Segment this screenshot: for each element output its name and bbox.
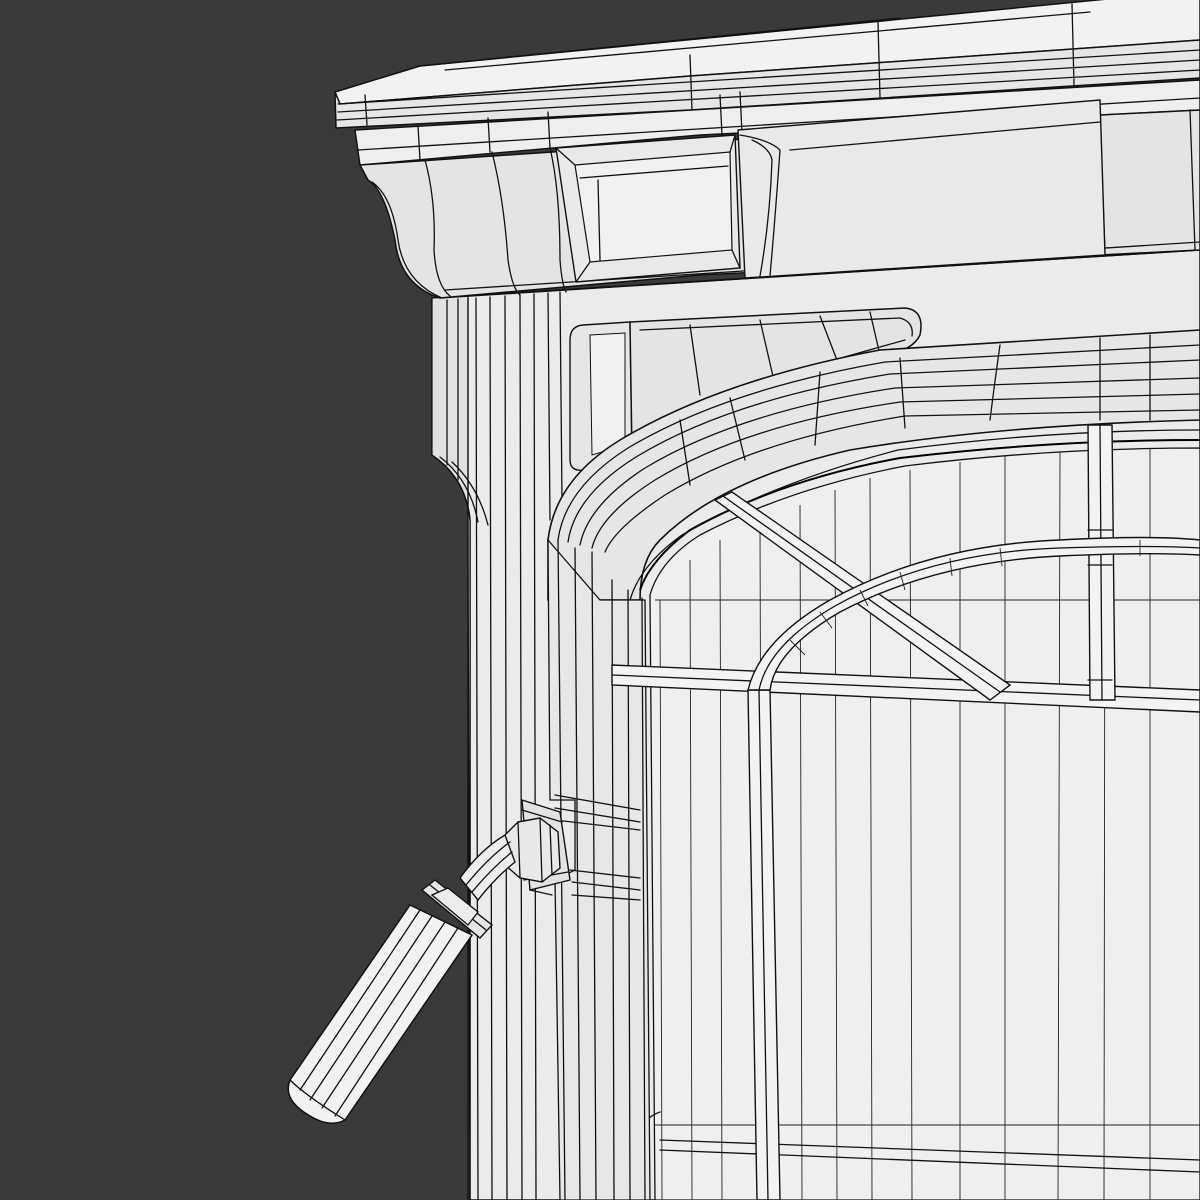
wireframe-render-scene [0, 0, 1200, 1200]
